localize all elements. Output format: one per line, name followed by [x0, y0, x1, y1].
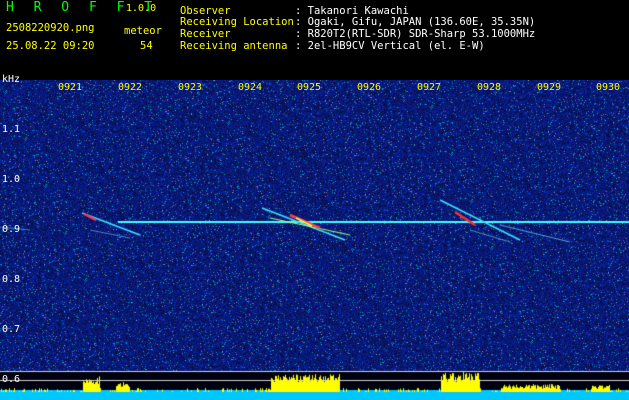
app-version: 1.0.0 — [126, 3, 157, 14]
spectrogram-canvas — [0, 80, 629, 400]
freq-tick-1-1: 1.1 — [2, 124, 21, 135]
antenna-value: : 2el-HB9CV Vertical (el. E-W) — [295, 40, 485, 52]
receiver-value: : R820T2(RTL-SDR) SDR-Sharp 53.1000MHz — [295, 28, 536, 40]
time-tick-0926: 0926 — [357, 82, 382, 93]
header-panel: H R O F F T 1.0.0 2508220920.png meteor … — [0, 0, 629, 80]
freq-tick-1-0: 1.0 — [2, 174, 21, 185]
meteor-count: 54 — [140, 40, 153, 52]
meteor-label: meteor — [124, 25, 162, 37]
time-tick-0929: 0929 — [537, 82, 562, 93]
frequency-unit-label: kHz — [2, 74, 21, 85]
freq-tick-0-6: 0.6 — [2, 374, 21, 385]
time-tick-0928: 0928 — [477, 82, 502, 93]
time-tick-0930: 0930 — [596, 82, 621, 93]
time-tick-0922: 0922 — [118, 82, 143, 93]
time-tick-0923: 0923 — [178, 82, 203, 93]
freq-tick-0-8: 0.8 — [2, 274, 21, 285]
location-value: : Ogaki, Gifu, JAPAN (136.60E, 35.35N) — [295, 16, 536, 28]
freq-tick-0-7: 0.7 — [2, 324, 21, 335]
file-name: 2508220920.png — [6, 22, 95, 34]
time-tick-0921: 0921 — [58, 82, 83, 93]
date-time: 25.08.22 09:20 — [6, 40, 95, 52]
receiver-label: Receiver — [180, 28, 231, 40]
location-label: Receiving Location — [180, 16, 294, 28]
freq-tick-0-9: 0.9 — [2, 224, 21, 235]
time-tick-0927: 0927 — [417, 82, 442, 93]
antenna-label: Receiving antenna — [180, 40, 288, 52]
time-tick-0924: 0924 — [238, 82, 263, 93]
time-tick-0925: 0925 — [297, 82, 322, 93]
